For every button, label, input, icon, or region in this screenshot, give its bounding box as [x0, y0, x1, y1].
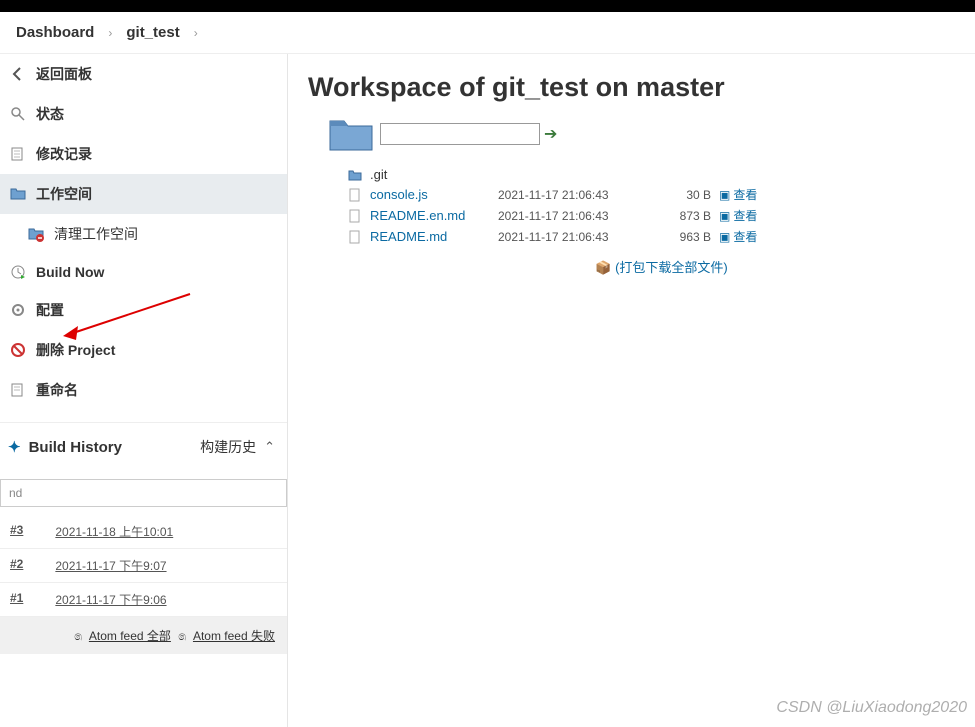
build-row[interactable]: #2 2021-11-17 下午9:07	[0, 549, 287, 583]
go-arrow-icon[interactable]: ➔	[544, 124, 557, 144]
sidebar-item-delete[interactable]: 删除 Project	[0, 330, 287, 370]
main-panel: Workspace of git_test on master ➔ .git c…	[288, 54, 975, 727]
page-title: Workspace of git_test on master	[308, 72, 955, 103]
sidebar-item-changes[interactable]: 修改记录	[0, 134, 287, 174]
file-size: 963 B	[656, 230, 711, 244]
file-view-link[interactable]: ▣查看	[719, 186, 757, 203]
sidebar-item-label: 状态	[36, 104, 64, 124]
sidebar-item-label: 配置	[36, 300, 64, 320]
file-row: console.js 2021-11-17 21:06:43 30 B ▣查看	[348, 184, 955, 205]
file-date: 2021-11-17 21:06:43	[498, 209, 648, 223]
sidebar-item-configure[interactable]: 配置	[0, 290, 287, 330]
gear-icon	[10, 302, 26, 318]
breadcrumb: Dashboard › git_test ›	[0, 12, 975, 54]
build-filter-input[interactable]	[1, 480, 286, 506]
chevron-right-icon: ›	[188, 26, 204, 40]
build-time-link[interactable]: 2021-11-17 下午9:07	[55, 557, 166, 574]
arrow-left-icon	[10, 66, 26, 82]
file-list: .git console.js 2021-11-17 21:06:43 30 B…	[348, 165, 955, 247]
file-row-folder[interactable]: .git	[348, 165, 955, 184]
sidebar: 返回面板 状态 修改记录 工作空间 清理工作空间 Build Now 配置	[0, 54, 288, 727]
file-row: README.en.md 2021-11-17 21:06:43 873 B ▣…	[348, 205, 955, 226]
build-history-subtitle: 构建历史	[200, 437, 256, 457]
build-row[interactable]: #3 2021-11-18 上午10:01	[0, 515, 287, 549]
build-time-link[interactable]: 2021-11-17 下午9:06	[55, 591, 166, 608]
terminal-icon: ▣	[719, 188, 730, 202]
sidebar-item-workspace[interactable]: 工作空间	[0, 174, 287, 214]
file-name[interactable]: console.js	[370, 187, 490, 202]
sidebar-item-label: 返回面板	[36, 64, 92, 84]
build-id-link[interactable]: #2	[10, 557, 23, 574]
sidebar-item-label: 修改记录	[36, 144, 92, 164]
build-id-link[interactable]: #3	[10, 523, 23, 540]
sidebar-item-back[interactable]: 返回面板	[0, 54, 287, 94]
file-name[interactable]: README.md	[370, 229, 490, 244]
file-icon	[348, 188, 362, 202]
breadcrumb-job[interactable]: git_test	[118, 24, 187, 41]
download-all-link[interactable]: (打包下载全部文件)	[615, 260, 728, 275]
no-entry-icon	[10, 342, 26, 358]
sidebar-item-wipe-workspace[interactable]: 清理工作空间	[0, 214, 287, 254]
file-name[interactable]: README.en.md	[370, 208, 490, 223]
build-filter	[0, 479, 287, 507]
feed-row: ෧ Atom feed 全部 ෧ Atom feed 失败	[0, 617, 287, 654]
header-bar	[0, 0, 975, 12]
file-size: 30 B	[656, 188, 711, 202]
history-icon: ✦	[8, 438, 21, 456]
build-history-header[interactable]: ✦ Build History 构建历史 ⌃	[0, 422, 287, 471]
package-icon: 📦	[595, 260, 611, 275]
folder-icon	[10, 186, 26, 202]
file-size: 873 B	[656, 209, 711, 223]
magnifier-icon	[10, 106, 26, 122]
file-icon	[348, 209, 362, 223]
build-id-link[interactable]: #1	[10, 591, 23, 608]
sidebar-item-build-now[interactable]: Build Now	[0, 254, 287, 290]
workspace-path-row: ➔	[328, 115, 955, 153]
file-name[interactable]: .git	[370, 167, 490, 182]
notepad-icon	[10, 382, 26, 398]
atom-feed-fail-link[interactable]: Atom feed 失败	[193, 629, 275, 643]
folder-icon	[348, 168, 362, 182]
chevron-right-icon: ›	[102, 26, 118, 40]
file-date: 2021-11-17 21:06:43	[498, 188, 648, 202]
terminal-icon: ▣	[719, 230, 730, 244]
build-row[interactable]: #1 2021-11-17 下午9:06	[0, 583, 287, 617]
watermark: CSDN @LiuXiaodong2020	[776, 699, 967, 717]
sidebar-item-label: Build Now	[36, 264, 104, 280]
folder-delete-icon	[28, 226, 44, 242]
atom-feed-all-link[interactable]: Atom feed 全部	[89, 629, 171, 643]
sidebar-item-rename[interactable]: 重命名	[0, 370, 287, 410]
file-date: 2021-11-17 21:06:43	[498, 230, 648, 244]
file-row: README.md 2021-11-17 21:06:43 963 B ▣查看	[348, 226, 955, 247]
chevron-up-icon: ⌃	[264, 439, 275, 455]
build-time-link[interactable]: 2021-11-18 上午10:01	[55, 523, 173, 540]
rss-icon: ෧	[178, 629, 186, 643]
workspace-path-input[interactable]	[380, 123, 540, 145]
build-history-title: Build History	[29, 439, 122, 456]
sidebar-item-label: 删除 Project	[36, 340, 115, 360]
sidebar-item-label: 清理工作空间	[54, 224, 138, 244]
file-view-link[interactable]: ▣查看	[719, 207, 757, 224]
notepad-icon	[10, 146, 26, 162]
folder-icon	[328, 115, 374, 153]
sidebar-item-status[interactable]: 状态	[0, 94, 287, 134]
clock-play-icon	[10, 264, 26, 280]
file-view-link[interactable]: ▣查看	[719, 228, 757, 245]
download-all-row: 📦 (打包下载全部文件)	[368, 257, 955, 276]
rss-icon: ෧	[74, 629, 82, 643]
terminal-icon: ▣	[719, 209, 730, 223]
sidebar-item-label: 重命名	[36, 380, 78, 400]
file-icon	[348, 230, 362, 244]
sidebar-item-label: 工作空间	[36, 184, 92, 204]
breadcrumb-dashboard[interactable]: Dashboard	[8, 24, 102, 41]
